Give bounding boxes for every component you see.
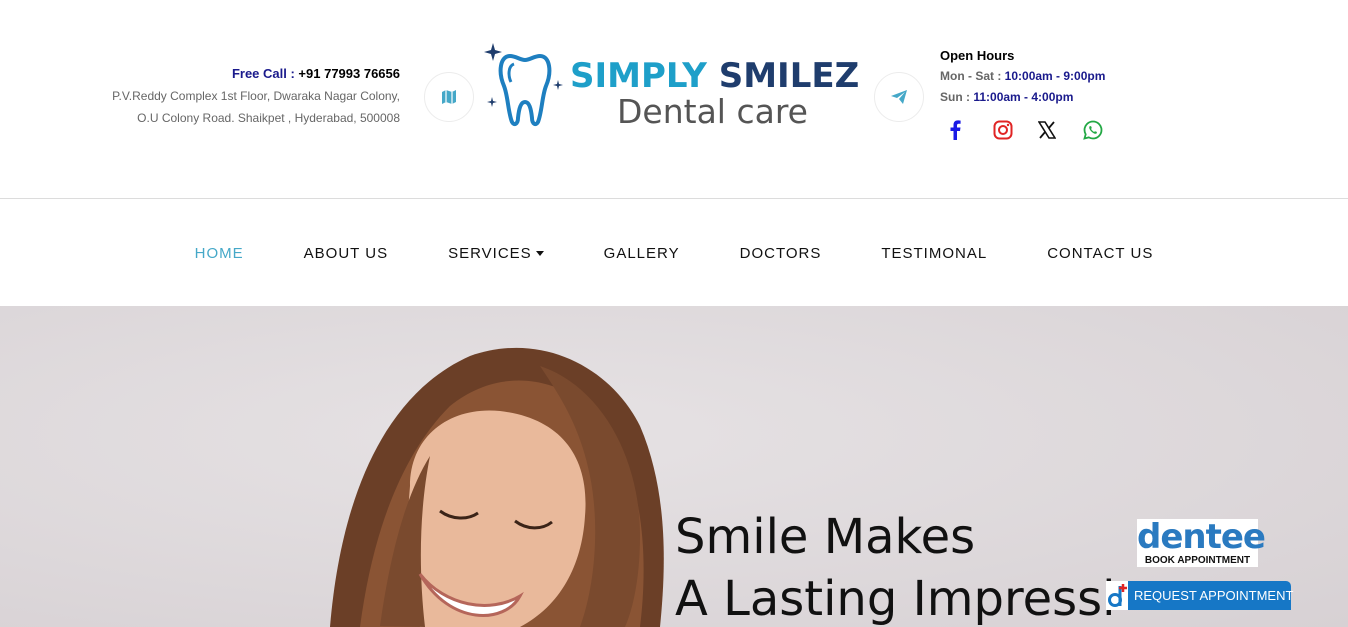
free-call: Free Call : +91 77993 76656 bbox=[40, 66, 400, 81]
instagram-icon bbox=[993, 120, 1013, 140]
address: P.V.Reddy Complex 1st Floor, Dwaraka Nag… bbox=[40, 85, 400, 129]
open-hours-title: Open Hours bbox=[940, 48, 1015, 63]
sunday-label: Sun : bbox=[940, 90, 970, 104]
x-twitter-icon bbox=[1038, 121, 1056, 139]
paper-plane-icon bbox=[891, 90, 907, 104]
map-button[interactable] bbox=[424, 72, 474, 122]
whatsapp-link[interactable] bbox=[1083, 118, 1128, 142]
contact-info: Free Call : +91 77993 76656 P.V.Reddy Co… bbox=[40, 66, 400, 129]
dentee-logo: dentee bbox=[1137, 517, 1266, 557]
whatsapp-icon bbox=[1083, 120, 1103, 140]
nav-contact-us[interactable]: CONTACT US bbox=[1047, 245, 1153, 262]
address-line-1: P.V.Reddy Complex 1st Floor, Dwaraka Nag… bbox=[112, 89, 400, 103]
main-nav: HOME ABOUT US SERVICES GALLERY DOCTORS T… bbox=[0, 200, 1348, 306]
dentee-d-icon bbox=[1106, 581, 1128, 610]
instagram-link[interactable] bbox=[993, 118, 1038, 142]
hero-headline: Smile Makes A Lasting Impressi bbox=[675, 506, 1116, 627]
weekday-value: 10:00am - 9:00pm bbox=[1004, 69, 1106, 83]
telegram-button[interactable] bbox=[874, 72, 924, 122]
hero-line-2: A Lasting Impressi bbox=[675, 571, 1116, 627]
nav-about-us[interactable]: ABOUT US bbox=[304, 245, 388, 262]
dentee-subtitle: BOOK APPOINTMENT bbox=[1144, 555, 1251, 566]
logo-title-part2: SMILEZ bbox=[718, 56, 860, 96]
sunday-hours: Sun : 11:00am - 4:00pm bbox=[940, 90, 1105, 104]
map-icon bbox=[442, 90, 456, 104]
hero-banner: Smile Makes A Lasting Impressi bbox=[0, 306, 1348, 627]
site-logo[interactable]: SIMPLY SMILEZ Dental care bbox=[480, 40, 860, 132]
nav-testimonal[interactable]: TESTIMONAL bbox=[881, 245, 987, 262]
weekday-label: Mon - Sat : bbox=[940, 69, 1002, 83]
logo-title-part1: SIMPLY bbox=[570, 56, 719, 96]
tooth-icon bbox=[484, 43, 563, 127]
phone-number[interactable]: +91 77993 76656 bbox=[298, 66, 400, 81]
nav-services-label: SERVICES bbox=[448, 244, 532, 262]
request-appointment-button[interactable]: REQUEST APPOINTMENT bbox=[1106, 581, 1294, 610]
nav-services[interactable]: SERVICES bbox=[448, 245, 544, 262]
logo-title: SIMPLY SMILEZ bbox=[570, 56, 859, 96]
facebook-link[interactable] bbox=[948, 118, 993, 142]
free-call-label: Free Call : bbox=[231, 66, 295, 81]
social-links bbox=[948, 118, 1128, 142]
weekday-hours: Mon - Sat : 10:00am - 9:00pm bbox=[940, 69, 1105, 83]
address-line-2: O.U Colony Road. Shaikpet , Hyderabad, 5… bbox=[137, 111, 400, 125]
nav-home[interactable]: HOME bbox=[195, 245, 244, 262]
open-hours: Open Hours Mon - Sat : 10:00am - 9:00pm … bbox=[940, 48, 1105, 111]
facebook-icon bbox=[950, 120, 961, 140]
nav-doctors[interactable]: DOCTORS bbox=[740, 245, 822, 262]
x-link[interactable] bbox=[1038, 118, 1083, 142]
sunday-value: 11:00am - 4:00pm bbox=[973, 90, 1074, 104]
hero-line-1: Smile Makes bbox=[675, 509, 976, 565]
dentee-book-widget[interactable]: dentee BOOK APPOINTMENT bbox=[1137, 517, 1266, 567]
caret-down-icon bbox=[535, 251, 544, 257]
hero-woman-image bbox=[0, 306, 1348, 627]
request-appointment-label: REQUEST APPOINTMENT bbox=[1134, 588, 1294, 603]
nav-gallery[interactable]: GALLERY bbox=[604, 245, 680, 262]
logo-subtitle: Dental care bbox=[617, 92, 808, 131]
header-top: Free Call : +91 77993 76656 P.V.Reddy Co… bbox=[0, 0, 1348, 199]
